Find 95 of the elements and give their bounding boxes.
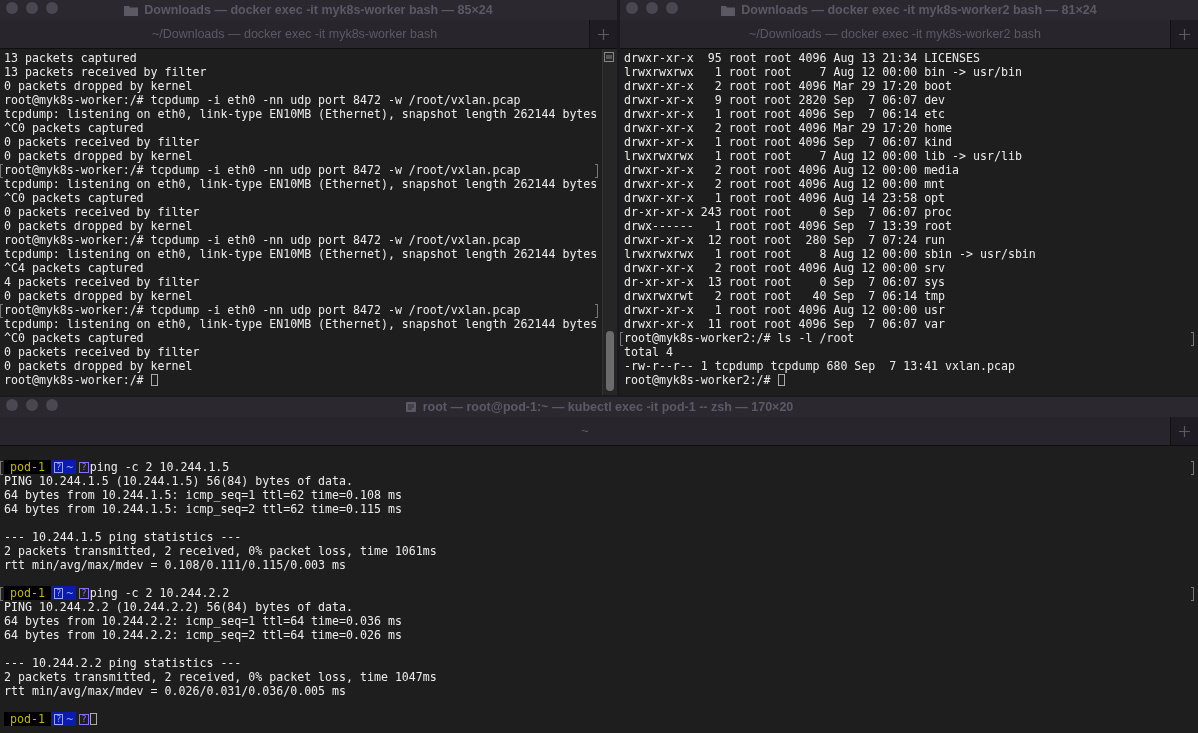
- terminal-line: drwxr-xr-x 2 root root 4096 Aug 12 00:00 mnt: [624, 177, 946, 191]
- terminal-line: ^C0 packets captured: [4, 191, 144, 205]
- scrollbar[interactable]: [602, 49, 617, 395]
- folder-icon: [124, 4, 139, 16]
- minimize-button[interactable]: [26, 399, 38, 411]
- terminal-line: lrwxrwxrwx 1 root root 7 Aug 12 00:00 lib -> usr/lib: [624, 149, 1022, 163]
- terminal-line: 0 packets received by filter: [4, 205, 200, 219]
- terminal-line: drwxr-xr-x 2 root root 4096 Mar 29 17:20 home: [624, 121, 953, 135]
- terminal-line: rtt min/avg/max/mdev = 0.108/0.111/0.115/0.003 ms: [4, 558, 347, 572]
- terminal-line: 64 bytes from 10.244.2.2: icmp_seq=1 ttl=64 time=0.036 ms: [4, 614, 402, 628]
- terminal-line: ^C0 packets captured: [4, 331, 144, 345]
- terminal-line: root@myk8s-worker:/# tcpdump -i eth0 -nn udp port 8472 -w /root/vxlan.pcap: [4, 233, 521, 247]
- new-tab-button[interactable]: [589, 20, 617, 48]
- terminal-line: drwxr-xr-x 9 root root 2820 Sep 7 06:07 dev: [624, 93, 946, 107]
- prompt-host: pod-1: [4, 586, 51, 600]
- terminal-line: 0 packets dropped by kernel: [4, 79, 193, 93]
- terminal-line: root@myk8s-worker:/# tcpdump -i eth0 -nn udp port 8472 -w /root/vxlan.pcap: [4, 163, 521, 177]
- close-button[interactable]: [6, 2, 18, 14]
- plus-icon: [1179, 425, 1190, 437]
- terminal-line: root@myk8s-worker2:/#: [624, 373, 772, 387]
- terminal-line: drwxr-xr-x 1 root root 4096 Aug 12 00:00 usr: [624, 303, 946, 317]
- terminal-line: ^C0 packets captured: [4, 121, 144, 135]
- terminal-line: --- 10.244.1.5 ping statistics ---: [4, 530, 242, 544]
- terminal-line: -rw-r--r-- 1 tcpdump tcpdump 680 Sep 7 13:41 vxlan.pcap: [624, 359, 1015, 373]
- minimize-button[interactable]: [26, 2, 38, 14]
- minimize-button[interactable]: [646, 2, 658, 14]
- terminal-line: dr-xr-xr-x 13 root root 0 Sep 7 06:07 sys: [624, 275, 946, 289]
- document-icon: [404, 401, 417, 413]
- terminal-line: 4 packets received by filter: [4, 275, 200, 289]
- terminal-line: PING 10.244.2.2 (10.244.2.2) 56(84) bytes of data.: [4, 600, 353, 614]
- terminal-line: drwxr-xr-x 95 root root 4096 Aug 13 21:34 LICENSES: [624, 51, 980, 65]
- prompt-dir: ~: [66, 712, 74, 726]
- terminal-line: --- 10.244.2.2 ping statistics ---: [4, 656, 242, 670]
- terminal-line: drwxrwxrwt 2 root root 40 Sep 7 06:14 tmp: [624, 289, 946, 303]
- terminal-line: rtt min/avg/max/mdev = 0.026/0.031/0.036/0.005 ms: [4, 684, 347, 698]
- plus-icon: [598, 28, 609, 40]
- terminal-line: 64 bytes from 10.244.1.5: icmp_seq=1 ttl=62 time=0.108 ms: [4, 488, 402, 502]
- terminal-line: 64 bytes from 10.244.2.2: icmp_seq=2 ttl=64 time=0.026 ms: [4, 628, 402, 642]
- terminal-line: drwxr-xr-x 1 root root 4096 Sep 7 06:14 etc: [624, 107, 946, 121]
- terminal-line: lrwxrwxrwx 1 root root 8 Aug 12 00:00 sbin -> usr/sbin: [624, 247, 1036, 261]
- terminal-line: tcpdump: listening on eth0, link-type EN10MB (Ethernet), snapshot length 262144 bytes: [4, 107, 598, 121]
- terminal-line: ^C4 packets captured: [4, 261, 144, 275]
- close-button[interactable]: [6, 399, 18, 411]
- terminal-line: 2 packets transmitted, 2 received, 0% packet loss, time 1047ms: [4, 670, 437, 684]
- split-pane-icon[interactable]: [604, 52, 614, 62]
- terminal-line: tcpdump: listening on eth0, link-type EN10MB (Ethernet), snapshot length 262144 bytes: [4, 177, 598, 191]
- new-tab-button[interactable]: [1170, 20, 1198, 48]
- prompt-host: pod-1: [4, 712, 51, 726]
- terminal-line: 13 packets captured: [4, 51, 137, 65]
- terminal-line: drwxr-xr-x 12 root root 280 Sep 7 07:24 run: [624, 233, 946, 247]
- folder-icon: [721, 4, 736, 16]
- terminal-line: root@myk8s-worker:/# tcpdump -i eth0 -nn udp port 8472 -w /root/vxlan.pcap: [4, 303, 521, 317]
- zoom-button[interactable]: [46, 2, 58, 14]
- terminal-line: 0 packets dropped by kernel: [4, 219, 193, 233]
- terminal-line: dr-xr-xr-x 243 root root 0 Sep 7 06:07 proc: [624, 205, 953, 219]
- terminal-line: root@myk8s-worker:/# tcpdump -i eth0 -nn udp port 8472 -w /root/vxlan.pcap: [4, 93, 521, 107]
- glyph-box: ?: [53, 461, 64, 473]
- plus-icon: [1179, 28, 1190, 40]
- terminal-line: 0 packets dropped by kernel: [4, 289, 193, 303]
- terminal-line: drwxr-xr-x 11 root root 4096 Sep 7 06:07 var: [624, 317, 946, 331]
- zoom-button[interactable]: [46, 399, 58, 411]
- zoom-button[interactable]: [666, 2, 678, 14]
- prompt-command: ping -c 2 10.244.1.5: [89, 460, 230, 474]
- terminal-line: root@myk8s-worker:/#: [4, 373, 145, 387]
- prompt-dir: ~: [66, 460, 74, 474]
- terminal-line: 0 packets dropped by kernel: [4, 359, 193, 373]
- terminal-line: drwxr-xr-x 1 root root 4096 Aug 14 23:58 opt: [624, 191, 946, 205]
- glyph-box: ?: [79, 713, 89, 725]
- prompt-command: ping -c 2 10.244.2.2: [89, 586, 230, 600]
- terminal-line: 2 packets transmitted, 2 received, 0% packet loss, time 1061ms: [4, 544, 437, 558]
- terminal-line: drwxr-xr-x 2 root root 4096 Aug 12 00:00 srv: [624, 261, 946, 275]
- terminal-line: 0 packets dropped by kernel: [4, 149, 193, 163]
- prompt-dir: ~: [66, 586, 74, 600]
- close-button[interactable]: [626, 2, 638, 14]
- terminal-line: drwxr-xr-x 2 root root 4096 Mar 29 17:20 boot: [624, 79, 953, 93]
- glyph-box: ?: [79, 587, 89, 599]
- terminal-line: 64 bytes from 10.244.1.5: icmp_seq=2 ttl=62 time=0.115 ms: [4, 502, 402, 516]
- terminal-line: drwxr-xr-x 2 root root 4096 Aug 12 00:00 media: [624, 163, 960, 177]
- terminal-line: tcpdump: listening on eth0, link-type EN10MB (Ethernet), snapshot length 262144 bytes: [4, 247, 598, 261]
- terminal-line: root@myk8s-worker2:/# ls -l /root: [624, 331, 855, 345]
- terminal-line: 13 packets received by filter: [4, 65, 207, 79]
- glyph-box: ?: [79, 461, 89, 473]
- new-tab-button[interactable]: [1170, 417, 1198, 445]
- terminal-line: total 4: [624, 345, 673, 359]
- terminal-line: lrwxrwxrwx 1 root root 7 Aug 12 00:00 bin -> usr/bin: [624, 65, 1022, 79]
- terminal-line: tcpdump: listening on eth0, link-type EN10MB (Ethernet), snapshot length 262144 bytes: [4, 317, 598, 331]
- terminal-line: drwx------ 1 root root 4096 Sep 7 13:39 root: [624, 219, 953, 233]
- terminal-line: 0 packets received by filter: [4, 345, 200, 359]
- terminal-line: drwxr-xr-x 1 root root 4096 Sep 7 06:07 kind: [624, 135, 953, 149]
- glyph-box: ?: [53, 713, 64, 725]
- scrollbar-thumb[interactable]: [606, 331, 614, 391]
- prompt-host: pod-1: [4, 460, 51, 474]
- glyph-box: ?: [53, 587, 64, 599]
- terminal-line: 0 packets received by filter: [4, 135, 200, 149]
- terminal-line: PING 10.244.1.5 (10.244.1.5) 56(84) bytes of data.: [4, 474, 353, 488]
